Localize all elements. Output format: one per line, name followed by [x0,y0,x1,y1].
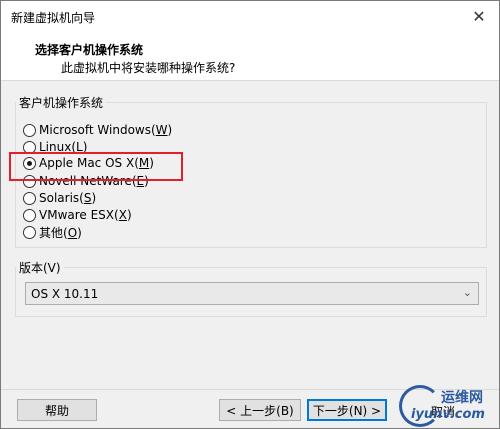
os-option-label: Microsoft Windows(W) [39,123,173,137]
os-option-o[interactable]: 其他(O) [23,224,82,240]
page-title: 选择客户机操作系统 [35,43,144,57]
back-button[interactable]: < 上一步(B) [219,399,301,421]
title-bar: 新建虚拟机向导 ✕ [1,1,499,31]
radio-button[interactable] [23,208,36,222]
chevron-down-icon: ⌄ [462,286,472,299]
help-button[interactable]: 帮助 [17,399,97,421]
radio-button[interactable] [23,191,36,205]
watermark-logo: 运维网 取消 iyunv.com [397,381,500,429]
version-select-value: OS X 10.11 [31,286,99,301]
os-option-label: Solaris(S) [39,191,97,205]
os-option-w[interactable]: Microsoft Windows(W) [23,122,172,138]
os-option-label: 其他(O) [39,225,82,240]
watermark-en: iyunv.com [411,407,485,422]
window-title: 新建虚拟机向导 [11,11,96,25]
page-subtitle: 此虚拟机中将安装哪种操作系统? [61,61,236,75]
radio-button[interactable] [23,123,36,137]
close-icon[interactable]: ✕ [459,1,499,31]
os-option-label: VMware ESX(X) [39,208,132,222]
wizard-header: 选择客户机操作系统 此虚拟机中将安装哪种操作系统? [1,31,499,81]
version-group-label: 版本(V) [16,259,64,276]
os-option-x[interactable]: VMware ESX(X) [23,207,132,223]
version-select[interactable]: OS X 10.11 ⌄ [25,282,479,305]
os-option-s[interactable]: Solaris(S) [23,190,96,206]
next-button[interactable]: 下一步(N) > [307,399,387,421]
wizard-window: 新建虚拟机向导 ✕ 选择客户机操作系统 此虚拟机中将安装哪种操作系统? 客户机操… [0,0,500,429]
radio-button[interactable] [23,225,36,239]
guest-os-group-label: 客户机操作系统 [16,94,107,111]
selection-highlight-box [9,152,183,181]
